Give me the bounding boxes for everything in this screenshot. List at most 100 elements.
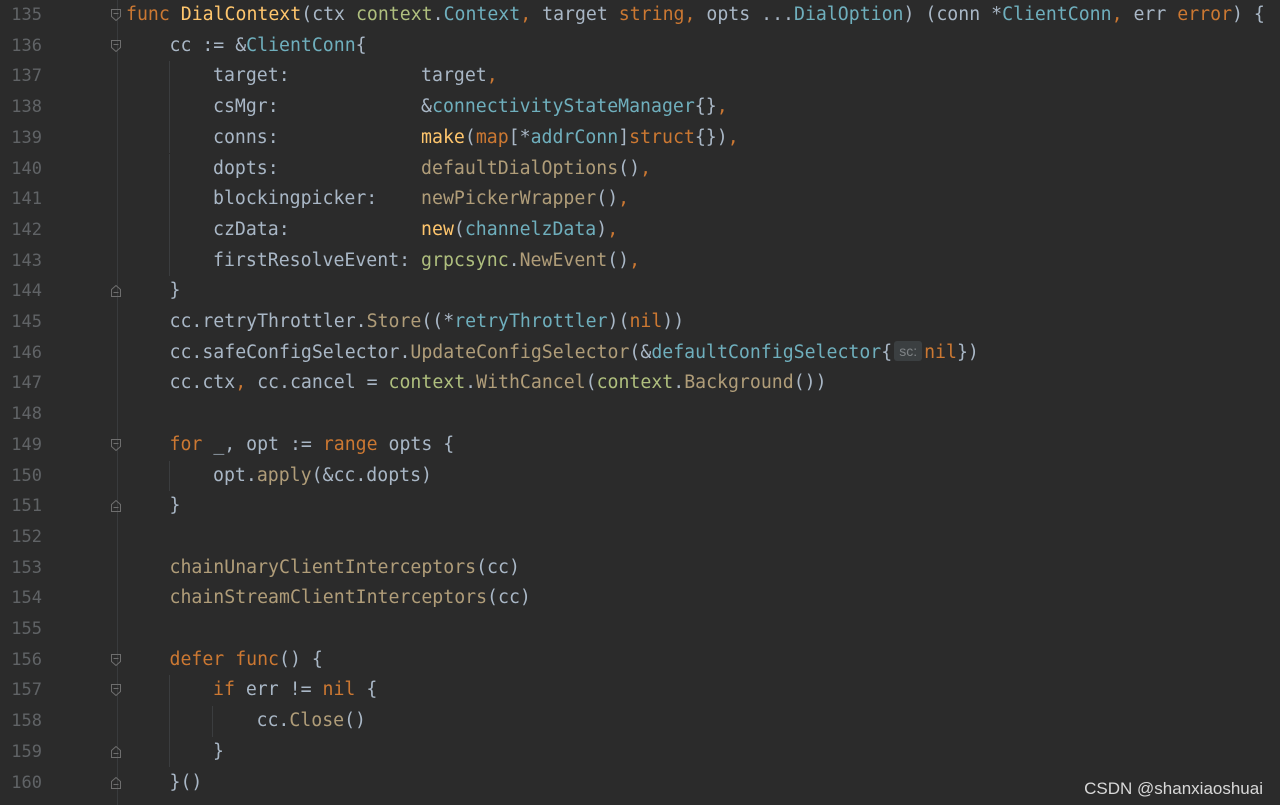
code-text[interactable]: } [170,276,181,306]
code-token: , [235,372,258,394]
line-number: 145 [11,312,42,332]
code-token: { [355,34,367,56]
code-token: , [1111,4,1134,25]
line-number: 149 [11,434,42,455]
code-token: defer [169,648,236,670]
code-token: func [126,4,181,25]
code-text[interactable]: cc.safeConfigSelector.UpdateConfigSelect… [170,338,979,368]
code-token: defaultDialOptions [421,157,619,179]
code-text[interactable]: defer func() { [170,645,323,675]
code-line[interactable]: 138 csMgr: &connectivityStateManager{}, [0,92,1280,123]
code-text[interactable]: if err != nil { [213,675,377,705]
code-line[interactable]: 135 func DialContext(ctx context.Context,… [0,0,1280,31]
code-token: (& [629,341,652,363]
code-token: () [344,710,367,732]
code-line[interactable]: 159} [0,736,1280,768]
indent-guide [168,706,170,737]
indent-guide [212,706,213,737]
code-token: csMgr: & [213,96,432,118]
code-token: , [607,218,619,240]
code-token: context [355,4,433,25]
line-number: 150 [11,465,42,486]
code-token: ( [464,126,476,148]
code-line[interactable]: 150 opt.apply(&cc.dopts) [0,460,1280,492]
fold-end-icon[interactable] [111,776,121,789]
line-number: 157 [11,680,42,701]
line-number: 140 [11,158,42,179]
code-token: new [421,218,454,240]
code-token: chainUnaryClientInterceptors [169,556,477,578]
code-token: cc. [256,710,290,732]
code-token: context [388,372,466,394]
fold-open-icon[interactable] [111,39,121,52]
code-token: struct [629,126,695,148]
code-token: , [486,65,498,87]
code-text[interactable]: } [170,491,181,521]
code-text[interactable]: } [213,737,224,767]
code-line[interactable]: 157 if err != nil { [0,675,1280,707]
code-line[interactable]: 142 czData: new(channelzData), [0,214,1280,246]
line-number: 139 [11,127,42,148]
code-line[interactable]: 137 target: target, [0,61,1280,93]
code-line[interactable]: 155 [0,614,1280,645]
code-token: context [596,372,674,394]
code-line[interactable]: 136 cc := &ClientConn{ [0,31,1280,62]
code-text[interactable]: cc.Close() [257,706,367,736]
line-number: 138 [11,97,42,118]
code-line[interactable]: 141 blockingpicker: newPickerWrapper(), [0,184,1280,215]
fold-open-icon[interactable] [111,438,121,451]
indent-guide [168,214,170,246]
code-text[interactable]: firstResolveEvent: grpcsync.NewEvent(), [213,246,640,276]
code-text[interactable]: for _, opt := range opts { [170,430,455,460]
code-text[interactable]: dopts: defaultDialOptions(), [213,154,651,184]
code-text[interactable]: opt.apply(&cc.dopts) [213,461,432,491]
fold-end-icon[interactable] [111,745,121,758]
code-text[interactable]: chainUnaryClientInterceptors(cc) [170,553,520,583]
code-token: () { [279,648,323,670]
code-text[interactable]: conns: make(map[*addrConn]struct{}), [213,123,739,153]
code-line[interactable]: 149 for _, opt := range opts { [0,430,1280,461]
code-text[interactable]: target: target, [213,61,498,91]
code-text[interactable]: }() [170,768,203,798]
code-text[interactable]: chainStreamClientInterceptors(cc) [170,583,531,613]
code-line[interactable]: 144} [0,276,1280,307]
code-line[interactable]: 152 [0,522,1280,553]
code-line[interactable]: 146 cc.safeConfigSelector.UpdateConfigSel… [0,338,1280,369]
code-token: . [465,372,477,394]
code-text[interactable]: csMgr: &connectivityStateManager{}, [213,92,728,122]
code-line[interactable]: 147 cc.ctx, cc.cancel = context.WithCance… [0,368,1280,399]
code-line[interactable]: 148 [0,399,1280,430]
code-token: addrConn [530,126,619,148]
code-token: grpcsync [421,249,509,271]
code-line[interactable]: 151} [0,491,1280,522]
code-line[interactable]: 145 cc.retryThrottler.Store((*retryThrott… [0,307,1280,338]
fold-end-icon[interactable] [111,500,121,513]
fold-open-icon[interactable] [111,684,121,697]
fold-open-icon[interactable] [111,653,121,666]
code-line[interactable]: 143 firstResolveEvent: grpcsync.NewEvent(… [0,245,1280,277]
code-line[interactable]: 158 cc.Close() [0,706,1280,737]
code-line[interactable]: 156 defer func() { [0,645,1280,676]
code-token: err [1133,4,1178,25]
code-text[interactable]: cc.ctx, cc.cancel = context.WithCancel(c… [170,368,827,398]
code-token: . [508,249,520,271]
code-text[interactable]: czData: new(channelzData), [213,215,618,245]
code-text[interactable]: blockingpicker: newPickerWrapper(), [213,184,629,214]
code-token: ClientConn [1002,4,1112,25]
code-line[interactable]: 154 chainStreamClientInterceptors(cc) [0,583,1280,614]
code-token: connectivityStateManager [432,96,695,118]
code-text[interactable]: func DialContext(ctx context.Context, ta… [126,0,1265,30]
code-line[interactable]: 140 dopts: defaultDialOptions(), [0,153,1280,185]
fold-open-icon[interactable] [111,9,121,21]
code-line[interactable]: 139 conns: make(map[*addrConn]struct{}), [0,122,1280,154]
code-token: }() [169,771,203,793]
line-number: 141 [11,189,42,210]
line-number: 135 [11,5,42,25]
code-text[interactable]: cc := &ClientConn{ [170,31,367,61]
line-number: 142 [11,219,42,240]
fold-end-icon[interactable] [111,285,121,298]
code-editor[interactable]: 135 func DialContext(ctx context.Context,… [0,0,1280,805]
code-token: newPickerWrapper [421,188,597,210]
code-line[interactable]: 153 chainUnaryClientInterceptors(cc) [0,553,1280,584]
code-text[interactable]: cc.retryThrottler.Store((*retryThrottler… [170,307,685,337]
